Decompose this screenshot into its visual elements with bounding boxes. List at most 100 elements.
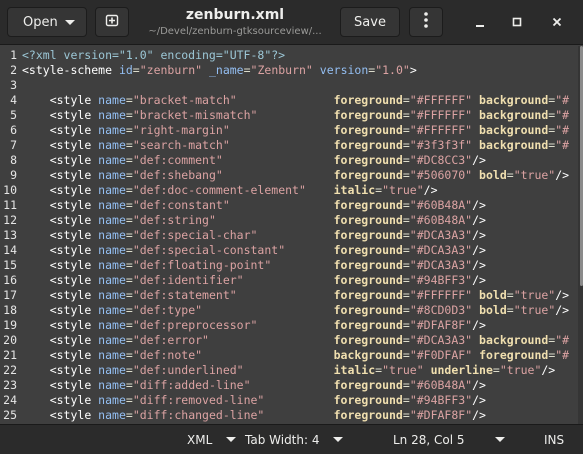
save-button[interactable]: Save — [340, 7, 400, 37]
code-token: <style — [49, 198, 99, 212]
maximize-icon — [511, 13, 523, 32]
code-token: = — [402, 198, 410, 212]
code-token: "def:doc-comment-element" — [132, 183, 306, 197]
code-token: = — [402, 213, 410, 227]
code-token: bold — [479, 288, 507, 302]
code-token: name — [98, 108, 126, 122]
code-text: <style name="def:error" foreground="#DCA… — [22, 333, 569, 348]
code-token: /> — [472, 408, 486, 422]
code-token: "#DCA3A3" — [409, 228, 473, 242]
close-button[interactable] — [548, 13, 566, 31]
code-text: <style name="def:comment" foreground="#D… — [22, 153, 486, 168]
code-text: <style name="diff:added-line" foreground… — [22, 378, 486, 393]
code-token: /> — [472, 273, 486, 287]
code-token: = — [506, 288, 514, 302]
code-token: /> — [555, 288, 570, 302]
code-token: "# — [555, 93, 570, 107]
code-token: "#FFFFFF" — [409, 288, 473, 302]
code-text: <style name="def:floating-point" foregro… — [22, 258, 486, 273]
code-token: = — [402, 408, 410, 422]
minimize-button[interactable] — [471, 13, 489, 31]
maximize-button[interactable] — [508, 13, 526, 31]
code-token: "zenburn" — [139, 63, 203, 77]
vertical-scrollbar[interactable] — [578, 46, 583, 424]
code-token: "diff:changed-line" — [132, 408, 265, 422]
code-token: "# — [555, 333, 570, 347]
open-button[interactable]: Open — [7, 7, 87, 37]
code-token: name — [98, 213, 126, 227]
code-token: background — [479, 138, 549, 152]
insert-mode-indicator[interactable]: INS — [544, 425, 564, 454]
code-token: "#3f3f3f" — [409, 138, 473, 152]
language-label: XML — [187, 432, 213, 447]
code-token: "#FFFFFF" — [409, 123, 473, 137]
language-selector[interactable]: XML — [187, 425, 237, 454]
code-token: foreground — [333, 198, 403, 212]
code-token: "#94BFF3" — [409, 393, 473, 407]
code-token: = — [402, 153, 410, 167]
code-token: "def:string" — [132, 213, 216, 227]
code-token: "true" — [513, 288, 556, 302]
code-token: = — [402, 243, 410, 257]
kebab-menu-icon — [423, 11, 429, 33]
code-token: name — [98, 273, 126, 287]
code-token: <style — [49, 348, 99, 362]
line-number: 5 — [10, 108, 17, 122]
code-token: "#DCA3A3" — [409, 333, 473, 347]
code-token: name — [98, 408, 126, 422]
code-token: "#8CD0D3" — [409, 303, 473, 317]
insert-mode-label: INS — [544, 432, 565, 447]
code-token: <style — [49, 378, 99, 392]
code-token: = — [125, 123, 133, 137]
code-token: /> — [555, 168, 570, 182]
code-token: background — [479, 93, 549, 107]
code-token: = — [402, 108, 410, 122]
gedit-window: Open zenburn.xml ~/Devel/zenburn-gtksour… — [0, 0, 583, 454]
code-token: /> — [472, 213, 486, 227]
code-token: <style — [49, 123, 99, 137]
code-token: "#DFAF8F" — [409, 408, 473, 422]
code-token: "def:special-char" — [132, 228, 258, 242]
code-text: <style name="def:shebang" foreground="#5… — [22, 168, 569, 183]
code-token: "search-match" — [132, 138, 230, 152]
code-token: "right-margin" — [132, 123, 230, 137]
code-token: = — [402, 288, 410, 302]
cursor-position-selector[interactable]: Ln 28, Col 5 — [393, 425, 505, 454]
code-token: = — [402, 93, 410, 107]
code-token: <style — [49, 168, 99, 182]
code-token: <style — [49, 138, 99, 152]
chevron-down-icon — [65, 20, 75, 25]
code-token: name — [98, 288, 126, 302]
code-token: "def:statement" — [132, 288, 237, 302]
code-token: version — [319, 63, 369, 77]
code-token: "#506070" — [409, 168, 473, 182]
line-number: 7 — [10, 138, 17, 152]
code-token: name — [98, 228, 126, 242]
line-number: 23 — [3, 378, 17, 392]
code-token: foreground — [333, 408, 403, 422]
new-document-button[interactable] — [95, 7, 129, 37]
tab-width-selector[interactable]: Tab Width: 4 — [245, 425, 344, 454]
code-token: <style — [49, 108, 99, 122]
text-editor[interactable]: 1 <?xml version="1.0" encoding="UTF-8"?> 2… — [0, 46, 583, 424]
line-number: 11 — [3, 198, 17, 212]
menu-button[interactable] — [409, 7, 443, 37]
code-token: = — [125, 213, 133, 227]
code-token: foreground — [333, 393, 403, 407]
chevron-down-icon — [226, 437, 237, 442]
chevron-down-icon — [494, 437, 505, 442]
code-token: = — [402, 348, 410, 362]
